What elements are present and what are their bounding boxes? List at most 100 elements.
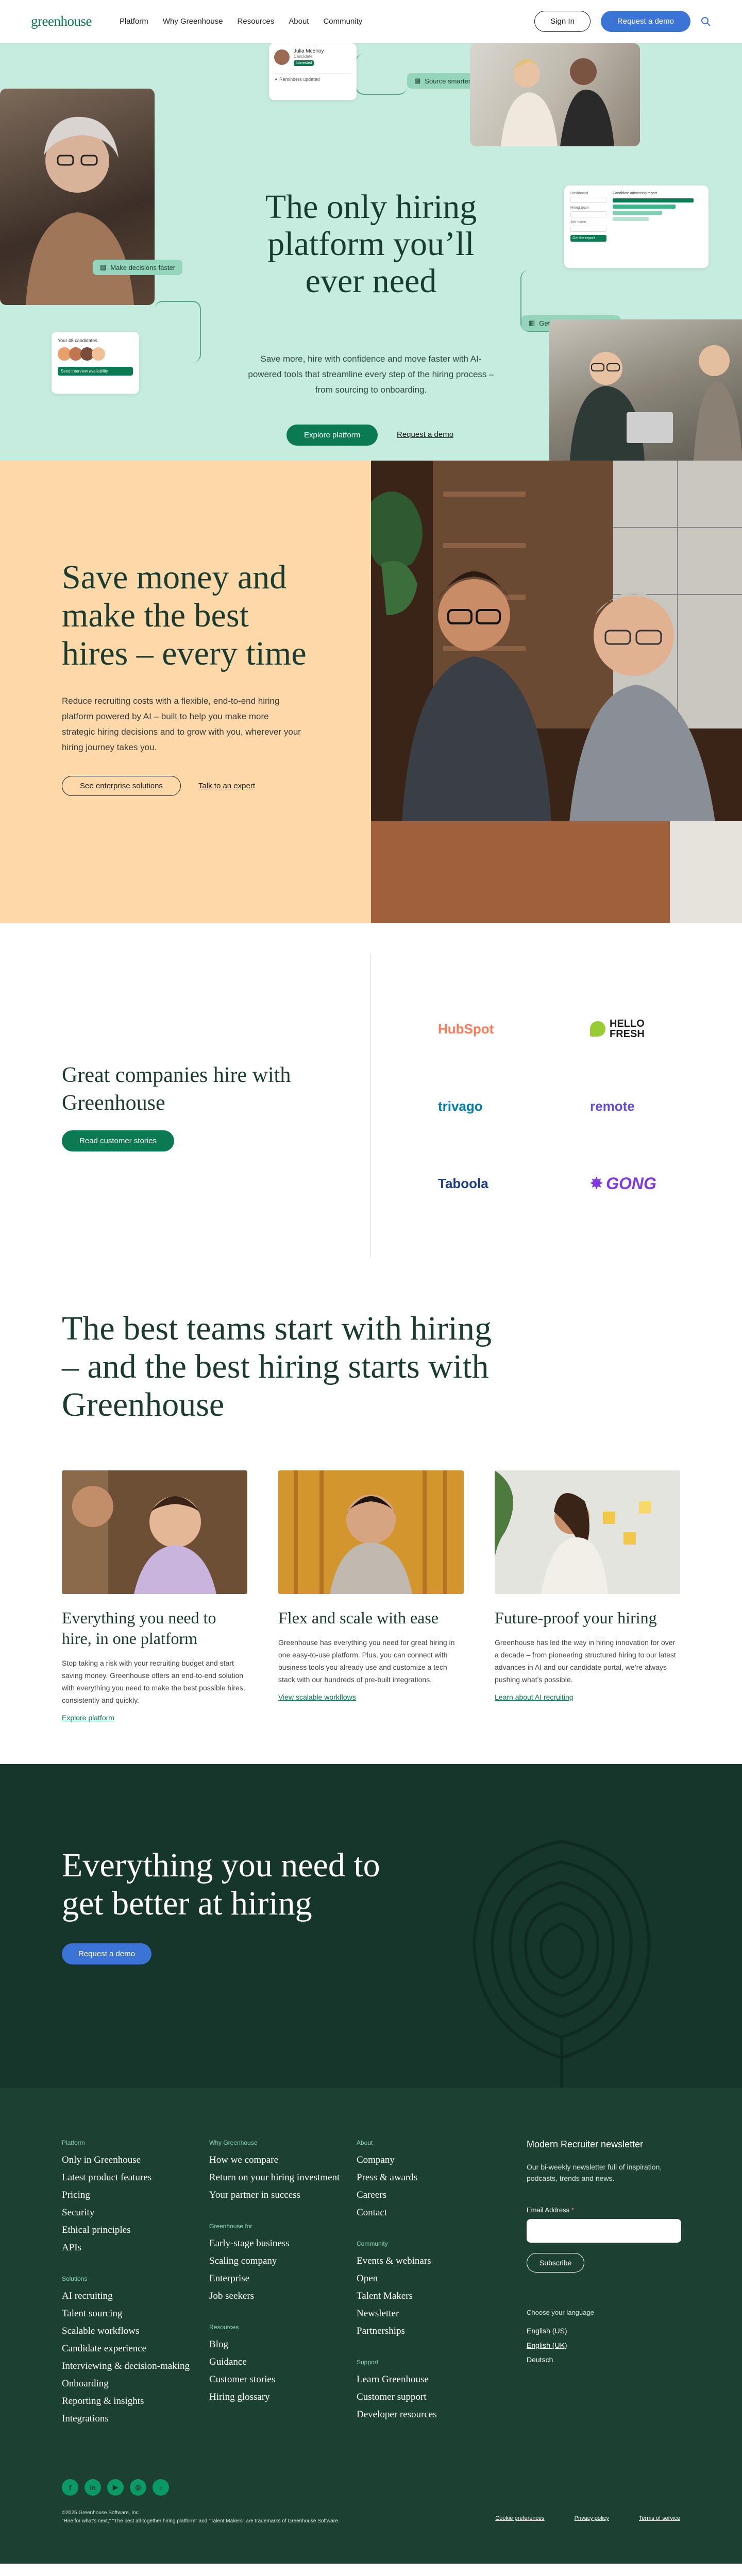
get-report-button[interactable]: Get the report (570, 235, 606, 242)
footer-link[interactable]: Pricing (62, 2187, 209, 2204)
footer-link[interactable]: Customer stories (209, 2371, 357, 2388)
customer-stories-button[interactable]: Read customer stories (62, 1130, 175, 1151)
footer-link[interactable]: Press & awards (357, 2169, 527, 2187)
language-option-de[interactable]: Deutsch (527, 2352, 681, 2367)
youtube-icon[interactable]: ▶ (107, 2479, 124, 2496)
footer-columns: Platform Only in Greenhouse Latest product… (62, 2139, 681, 2428)
footer-link[interactable]: Return on your hiring investment (209, 2169, 357, 2187)
trivago-logo: trivago (438, 1067, 590, 1145)
greenhouse-logo[interactable]: greenhouse (31, 13, 92, 29)
taboola-logo: Taboola (438, 1145, 590, 1222)
nav-link-community[interactable]: Community (323, 17, 362, 26)
footer-col-1: Platform Only in Greenhouse Latest product… (62, 2139, 209, 2428)
tiktok-icon[interactable]: ♪ (153, 2479, 169, 2496)
filter-select[interactable] (570, 197, 606, 203)
explore-platform-link[interactable]: Explore platform (62, 1714, 114, 1722)
footer-link[interactable]: Blog (209, 2336, 357, 2353)
filter-label: Job name (570, 221, 586, 224)
photo-illustration (62, 1470, 247, 1594)
linkedin-icon[interactable]: in (85, 2479, 101, 2496)
cta-request-demo-button[interactable]: Request a demo (62, 1943, 152, 1964)
email-field[interactable] (527, 2219, 681, 2243)
footer-link[interactable]: Partnerships (357, 2323, 527, 2340)
main-nav-links: Platform Why Greenhouse Resources About … (120, 17, 362, 26)
footer-link[interactable]: Scalable workflows (62, 2323, 209, 2340)
footer-link[interactable]: Latest product features (62, 2169, 209, 2187)
hero-subtitle: Save more, hire with confidence and move… (248, 354, 494, 395)
filter-select[interactable] (570, 211, 606, 217)
report-card: Dashboard Hiring team Job name Get the r… (564, 185, 709, 268)
report-bar (613, 217, 649, 221)
explore-platform-button[interactable]: Explore platform (286, 425, 378, 446)
document-icon: ▤ (414, 77, 421, 84)
subscribe-button[interactable]: Subscribe (527, 2253, 585, 2273)
footer-link[interactable]: Candidate experience (62, 2340, 209, 2358)
footer-link[interactable]: Open (357, 2270, 527, 2287)
save-money-actions: See enterprise solutions Talk to an expe… (62, 776, 309, 796)
language-option-en-us[interactable]: English (US) (527, 2324, 681, 2338)
terms-of-service-link[interactable]: Terms of service (639, 2515, 680, 2521)
footer-link[interactable]: Ethical principles (62, 2222, 209, 2239)
save-money-title: Save money and make the best hires – eve… (62, 558, 307, 672)
footer-link[interactable]: Early-stage business (209, 2235, 357, 2252)
footer-link[interactable]: Reporting & insights (62, 2393, 209, 2410)
source-smarter-chip: ▤ Source smarter (407, 73, 478, 89)
footer-link[interactable]: Onboarding (62, 2375, 209, 2393)
footer-link[interactable]: Talent sourcing (62, 2305, 209, 2323)
gong-logo: ✸ GONG (590, 1145, 742, 1222)
footer-link[interactable]: Learn Greenhouse (357, 2371, 527, 2388)
facebook-icon[interactable]: f (62, 2479, 78, 2496)
legal-text: ©2025 Greenhouse Software, Inc. "Hire fo… (62, 2509, 339, 2526)
footer-link[interactable]: Talent Makers (357, 2287, 527, 2305)
make-decisions-chip: ▦ Make decisions faster (93, 260, 183, 275)
cookie-preferences-link[interactable]: Cookie preferences (495, 2515, 544, 2521)
instagram-icon[interactable]: ◎ (130, 2479, 146, 2496)
hero-request-demo-link[interactable]: Request a demo (397, 430, 453, 439)
footer-link[interactable]: Scaling company (209, 2252, 357, 2270)
sign-in-button[interactable]: Sign In (534, 11, 591, 32)
footer-link[interactable]: How we compare (209, 2151, 357, 2169)
footer-link[interactable]: Hiring glossary (209, 2388, 357, 2406)
send-availability-button[interactable]: Send interview availability (58, 367, 133, 376)
footer-link[interactable]: Guidance (209, 2353, 357, 2371)
nav-link-about[interactable]: About (289, 17, 309, 26)
nav-link-why-greenhouse[interactable]: Why Greenhouse (163, 17, 223, 26)
office-photo (371, 461, 742, 923)
nav-link-platform[interactable]: Platform (120, 17, 148, 26)
footer-link[interactable]: Integrations (62, 2410, 209, 2428)
site-footer: Platform Only in Greenhouse Latest product… (0, 2088, 742, 2564)
request-demo-button[interactable]: Request a demo (600, 11, 690, 32)
candidate-profile-card: Julia Mcelroy Candidate Interested ✦ Rem… (269, 43, 357, 100)
footer-link[interactable]: Security (62, 2204, 209, 2222)
footer-link[interactable]: Customer support (357, 2388, 527, 2406)
footer-link[interactable]: Careers (357, 2187, 527, 2204)
footer-link[interactable]: Only in Greenhouse (62, 2151, 209, 2169)
footer-link[interactable]: Company (357, 2151, 527, 2169)
footer-link[interactable]: APIs (62, 2239, 209, 2257)
footer-link[interactable]: Developer resources (357, 2406, 527, 2424)
chip-label: Make decisions faster (110, 263, 176, 272)
nav-link-resources[interactable]: Resources (238, 17, 275, 26)
filter-select[interactable] (570, 226, 606, 232)
talk-to-expert-link[interactable]: Talk to an expert (198, 782, 255, 790)
enterprise-solutions-button[interactable]: See enterprise solutions (62, 776, 181, 796)
footer-link[interactable]: Enterprise (209, 2270, 357, 2287)
privacy-policy-link[interactable]: Privacy policy (575, 2515, 609, 2521)
report-title: Candidate advancing report (613, 192, 657, 195)
footer-link[interactable]: Contact (357, 2204, 527, 2222)
candidate-row: Julia Mcelroy Candidate Interested (274, 48, 351, 66)
copyright: ©2025 Greenhouse Software, Inc. (62, 2510, 140, 2516)
footer-link[interactable]: Events & webinars (357, 2252, 527, 2270)
footer-link[interactable]: Your partner in success (209, 2187, 357, 2204)
footer-link[interactable]: AI recruiting (62, 2287, 209, 2305)
customers-intro: Great companies hire with Greenhouse Rea… (0, 954, 371, 1258)
footer-link[interactable]: Newsletter (357, 2305, 527, 2323)
scalable-workflows-link[interactable]: View scalable workflows (278, 1693, 356, 1701)
footer-link[interactable]: Interviewing & decision-making (62, 2358, 209, 2375)
language-option-en-uk[interactable]: English (UK) (527, 2338, 681, 2352)
ai-recruiting-link[interactable]: Learn about AI recruiting (495, 1693, 574, 1701)
footer-link[interactable]: Job seekers (209, 2287, 357, 2305)
search-icon[interactable] (701, 16, 711, 27)
feature-card: Everything you need to hire, in one plat… (62, 1470, 247, 1723)
nav-actions: Sign In Request a demo (534, 11, 711, 32)
